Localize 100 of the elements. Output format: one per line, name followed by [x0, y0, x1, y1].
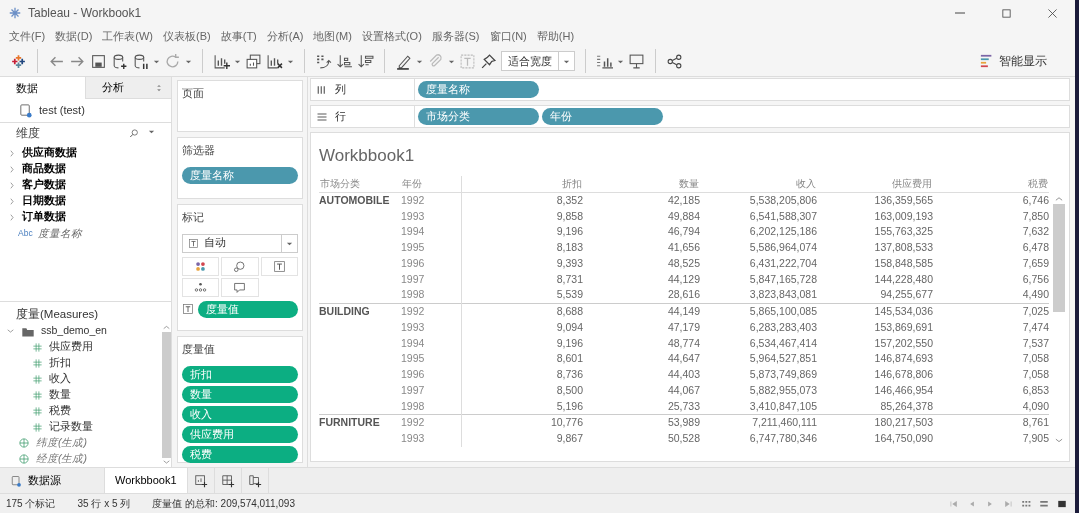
duplicate-icon[interactable] [245, 52, 262, 70]
measure-item[interactable]: 收入 [49, 371, 71, 387]
table-cell: 94,255,677 [817, 287, 933, 304]
table-cell: 7,058 [933, 367, 1049, 383]
table-cell: 146,874,693 [817, 351, 933, 367]
field-pill[interactable]: 度量名称 [418, 81, 539, 98]
menu-item[interactable]: 窗口(N) [484, 27, 532, 45]
folder-item[interactable]: 供应商数据 [0, 145, 171, 161]
mark-color-dots-button[interactable] [182, 256, 220, 276]
menu-item[interactable]: 文件(F) [4, 27, 51, 45]
menu-item[interactable]: 工作表(W) [97, 27, 159, 45]
table-cell: 8,352 [461, 192, 583, 209]
folder-item[interactable]: 客户数据 [0, 177, 171, 193]
menu-item[interactable]: 仪表板(B) [158, 27, 216, 45]
datasource-name[interactable]: test (test) [39, 102, 85, 119]
measure-item[interactable]: 纬度(生成) [36, 435, 87, 451]
measure-item[interactable]: 税费 [49, 403, 71, 419]
share-icon[interactable] [666, 52, 683, 70]
filmstrip-view-icon[interactable] [1039, 498, 1049, 509]
table-cell: 41,656 [583, 240, 700, 256]
mark-text-button[interactable] [260, 256, 298, 276]
smart-show-button[interactable]: 智能显示 [974, 51, 1053, 71]
table-cell: 158,848,585 [817, 255, 933, 272]
sort-ascending-icon[interactable] [336, 52, 353, 70]
color-dots-icon [194, 259, 208, 273]
menu-item[interactable]: 服务器(S) [426, 27, 485, 45]
folder-item[interactable]: 商品数据 [0, 161, 171, 177]
menu-item[interactable]: 分析(A) [261, 27, 309, 45]
presentation-icon[interactable] [628, 52, 645, 70]
mark-detail-button[interactable] [182, 277, 220, 297]
sheet-tab[interactable]: Workbbook1 [105, 468, 188, 493]
table-cell: 8,601 [461, 351, 583, 367]
table-cell: 6,431,222,704 [700, 255, 817, 272]
grid-view-icon[interactable] [1021, 498, 1031, 509]
fit-dropdown[interactable]: 适合宽度 [501, 51, 575, 71]
column-header: 供应费用 [817, 175, 933, 193]
table-cell: 25,733 [583, 398, 700, 415]
table-cell: 9,196 [461, 335, 583, 352]
menu-item[interactable]: 数据(D) [50, 27, 98, 45]
rows-icon [316, 110, 328, 123]
measure-item[interactable]: 记录数量 [49, 419, 93, 435]
folder-item[interactable]: 订单数据 [0, 209, 171, 225]
search-icon[interactable] [128, 128, 140, 140]
table-cell: 44,149 [583, 303, 700, 320]
number-icon [32, 405, 43, 417]
folder-item[interactable]: ssb_demo_en [41, 323, 107, 339]
section-header: 度量(Measures) [0, 301, 171, 323]
menu-item[interactable]: 帮助(H) [531, 27, 580, 45]
maximize-icon [999, 6, 1013, 20]
menu-item[interactable]: 故事(T) [215, 27, 262, 45]
table-cell: 6,202,125,186 [700, 224, 817, 240]
card-title: 标记 [182, 210, 205, 225]
number-icon [32, 341, 43, 353]
menu-item[interactable]: 地图(M) [308, 27, 357, 45]
pen-icon[interactable] [395, 52, 412, 70]
table-cell: 85,264,378 [817, 398, 933, 415]
measure-item[interactable]: 折扣 [49, 355, 71, 371]
caret-icon[interactable] [148, 128, 155, 135]
tab-view-icon[interactable] [1057, 498, 1067, 509]
measure-item[interactable]: 经度(生成) [36, 451, 87, 467]
scrollbar-thumb[interactable] [161, 332, 171, 458]
table-cell: 44,067 [583, 382, 700, 399]
table-cell: 180,217,503 [817, 414, 933, 431]
database-plus-icon[interactable] [111, 52, 128, 70]
row-header: 1995 [401, 351, 461, 367]
table-cell: 8,731 [461, 271, 583, 288]
minimize-icon [954, 12, 966, 14]
field-pill[interactable]: 市场分类 [418, 108, 539, 125]
menu-item[interactable]: 设置格式(O) [356, 27, 427, 45]
table-cell: 49,884 [583, 208, 700, 225]
tableau-logo-icon[interactable] [10, 52, 27, 70]
table-cell: 6,746 [933, 192, 1049, 209]
folder-item[interactable]: 日期数据 [0, 193, 171, 209]
sort-descending-icon[interactable] [357, 52, 374, 70]
bar-chart-plus-icon[interactable] [213, 52, 230, 70]
row-header: 1995 [401, 240, 461, 256]
database-pause-icon[interactable] [132, 52, 149, 70]
field-pill[interactable]: 年份 [542, 108, 663, 125]
mark-size-button[interactable] [221, 256, 259, 276]
table-cell: 7,905 [933, 431, 1049, 447]
measure-item[interactable]: 数量 [49, 387, 71, 403]
table-cell: 137,808,533 [817, 240, 933, 256]
swap-axes-icon[interactable] [315, 52, 332, 70]
globe-icon [18, 453, 30, 465]
mark-type-dropdown[interactable]: 自动 [182, 233, 298, 253]
field-item[interactable]: 度量名称 [37, 225, 82, 242]
new-dashboard-icon [220, 473, 235, 488]
row-header: 1998 [401, 398, 461, 415]
card-title: 页面 [182, 86, 205, 101]
pin-icon[interactable] [480, 52, 497, 70]
paperclip-icon[interactable] [427, 52, 444, 70]
bar-chart-x-icon[interactable] [266, 52, 283, 70]
scrollbar-thumb[interactable] [1053, 203, 1065, 312]
field-pill[interactable]: 度量名称 [182, 166, 298, 184]
table-cell: 144,228,480 [817, 271, 933, 288]
shelf-label: 行 [335, 109, 346, 125]
mark-tooltip-button[interactable] [221, 277, 259, 297]
save-icon[interactable] [90, 52, 107, 70]
pane-tab[interactable]: 分析 [85, 77, 171, 99]
measure-item[interactable]: 供应费用 [49, 339, 93, 355]
